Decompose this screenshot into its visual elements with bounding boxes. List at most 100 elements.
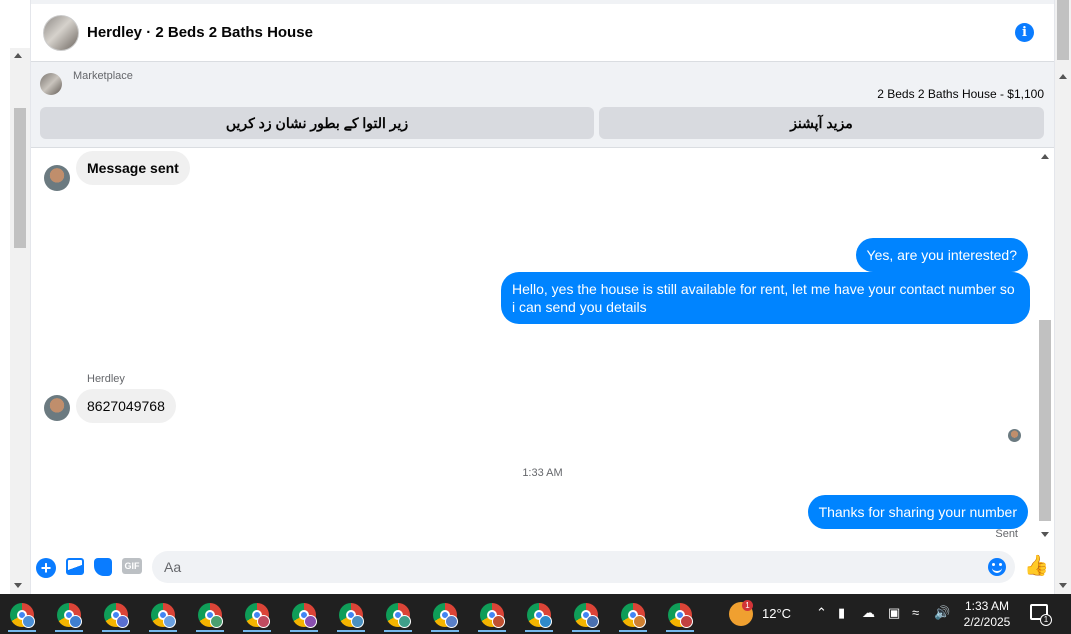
battery-icon[interactable]: ▮ <box>838 605 845 621</box>
windows-taskbar: 1 12°C ⌃ ▮ ☁ ▣ ≈ 🔊 1:33 AM 2/2/2025 1 <box>0 594 1071 634</box>
notification-count: 1 <box>1040 614 1052 626</box>
message-scroll-down-icon[interactable] <box>1041 532 1049 537</box>
running-indicator <box>149 630 177 632</box>
chrome-taskbar-icon[interactable] <box>615 600 647 632</box>
listing-title-price[interactable]: 2 Beds 2 Baths House - $1,100 <box>877 87 1044 101</box>
message-bubble-outgoing[interactable]: Yes, are you interested? <box>855 238 1028 272</box>
conversation-title[interactable]: Herdley · 2 Beds 2 Baths House <box>87 24 313 41</box>
photo-icon[interactable] <box>66 558 84 575</box>
profile-badge-icon <box>210 615 223 628</box>
message-bubble-incoming[interactable]: Message sent <box>76 151 190 185</box>
like-icon[interactable]: 👍 <box>1024 556 1049 576</box>
chrome-taskbar-icon[interactable] <box>568 600 600 632</box>
marketplace-label: Marketplace <box>73 70 133 82</box>
info-icon[interactable]: i <box>1015 23 1034 42</box>
marketplace-banner: Marketplace 2 Beds 2 Baths House - $1,10… <box>31 62 1054 148</box>
message-bubble-outgoing[interactable]: Hello, yes the house is still available … <box>501 272 1030 324</box>
profile-badge-icon <box>633 615 646 628</box>
clock-date: 2/2/2025 <box>963 615 1011 629</box>
mark-pending-button[interactable]: زیر التوا کے بطور نشان زد کریں <box>40 107 594 139</box>
chrome-taskbar-icon[interactable] <box>427 600 459 632</box>
profile-badge-icon <box>163 615 176 628</box>
contact-avatar[interactable] <box>44 395 70 421</box>
running-indicator <box>525 630 553 632</box>
running-indicator <box>243 630 271 632</box>
onedrive-cloud-icon[interactable]: ☁ <box>862 605 875 621</box>
profile-badge-icon <box>22 615 35 628</box>
chrome-taskbar-icon[interactable] <box>662 600 694 632</box>
volume-icon[interactable]: 🔊 <box>934 605 950 621</box>
message-scroll-thumb[interactable] <box>1039 320 1051 521</box>
running-indicator <box>572 630 600 632</box>
profile-badge-icon <box>680 615 693 628</box>
scroll-thumb[interactable] <box>14 108 26 248</box>
chrome-taskbar-icon[interactable] <box>286 600 318 632</box>
running-indicator <box>478 630 506 632</box>
running-indicator <box>666 630 694 632</box>
scroll-down-arrow-icon[interactable] <box>14 583 22 588</box>
message-timestamp: 1:33 AM <box>522 467 563 479</box>
running-indicator <box>8 630 36 632</box>
chrome-taskbar-icon[interactable] <box>51 600 83 632</box>
chrome-taskbar-icon[interactable] <box>4 600 36 632</box>
message-scroll-up-icon[interactable] <box>1041 154 1049 159</box>
profile-badge-icon <box>398 615 411 628</box>
page-scroll-thumb[interactable] <box>1057 0 1069 60</box>
profile-badge-icon <box>304 615 317 628</box>
sender-name: Herdley <box>87 373 125 385</box>
message-list[interactable]: Message sent Yes, are you interested? He… <box>31 149 1054 542</box>
profile-badge-icon <box>69 615 82 628</box>
listing-avatar[interactable] <box>43 14 79 51</box>
outer-scrollbar[interactable] <box>10 48 30 594</box>
composer-bar: + GIF 👍 <box>31 542 1054 594</box>
emoji-icon[interactable] <box>988 558 1006 576</box>
chrome-taskbar-icon[interactable] <box>380 600 412 632</box>
message-scrollbar[interactable] <box>1038 149 1052 542</box>
chrome-taskbar-icon[interactable] <box>333 600 365 632</box>
system-clock[interactable]: 1:33 AM 2/2/2025 <box>958 598 1016 630</box>
chat-window: Herdley · 2 Beds 2 Baths House i Marketp… <box>30 0 1055 594</box>
gif-icon[interactable]: GIF <box>122 558 142 574</box>
chrome-taskbar-icon[interactable] <box>98 600 130 632</box>
profile-badge-icon <box>539 615 552 628</box>
running-indicator <box>431 630 459 632</box>
meet-now-icon[interactable]: ▣ <box>888 605 900 621</box>
running-indicator <box>55 630 83 632</box>
chrome-taskbar-icon[interactable] <box>474 600 506 632</box>
contact-avatar[interactable] <box>44 165 70 191</box>
chrome-taskbar-icon[interactable] <box>145 600 177 632</box>
running-indicator <box>102 630 130 632</box>
message-bubble-outgoing[interactable]: Thanks for sharing your number <box>807 495 1028 529</box>
sticker-icon[interactable] <box>94 558 112 576</box>
profile-badge-icon <box>116 615 129 628</box>
chrome-taskbar-icon[interactable] <box>192 600 224 632</box>
weather-badge: 1 <box>742 600 753 611</box>
message-bubble-incoming[interactable]: 8627049768 <box>76 389 176 423</box>
temperature[interactable]: 12°C <box>762 606 791 621</box>
listing-thumbnail[interactable] <box>40 73 62 95</box>
chrome-taskbar-icon[interactable] <box>239 600 271 632</box>
scroll-up-arrow-icon[interactable] <box>14 53 22 58</box>
running-indicator <box>337 630 365 632</box>
chevron-up-icon[interactable]: ⌃ <box>816 605 827 621</box>
profile-badge-icon <box>257 615 270 628</box>
running-indicator <box>196 630 224 632</box>
chrome-taskbar-icon[interactable] <box>521 600 553 632</box>
running-indicator <box>384 630 412 632</box>
plus-icon[interactable]: + <box>36 558 56 578</box>
page-scrollbar[interactable] <box>1055 0 1071 594</box>
clock-time: 1:33 AM <box>964 599 1010 613</box>
page-scroll-down-icon[interactable] <box>1059 583 1067 588</box>
more-options-button[interactable]: مزید آپشنز <box>599 107 1044 139</box>
running-indicator <box>619 630 647 632</box>
seen-receipt-avatar <box>1008 429 1021 442</box>
profile-badge-icon <box>492 615 505 628</box>
message-input[interactable] <box>152 551 1015 583</box>
profile-badge-icon <box>586 615 599 628</box>
wifi-icon[interactable]: ≈ <box>912 605 919 620</box>
sent-status: Sent <box>995 528 1018 540</box>
profile-badge-icon <box>445 615 458 628</box>
running-indicator <box>290 630 318 632</box>
chat-header: Herdley · 2 Beds 2 Baths House i <box>31 4 1054 62</box>
page-scroll-up-icon[interactable] <box>1059 74 1067 79</box>
